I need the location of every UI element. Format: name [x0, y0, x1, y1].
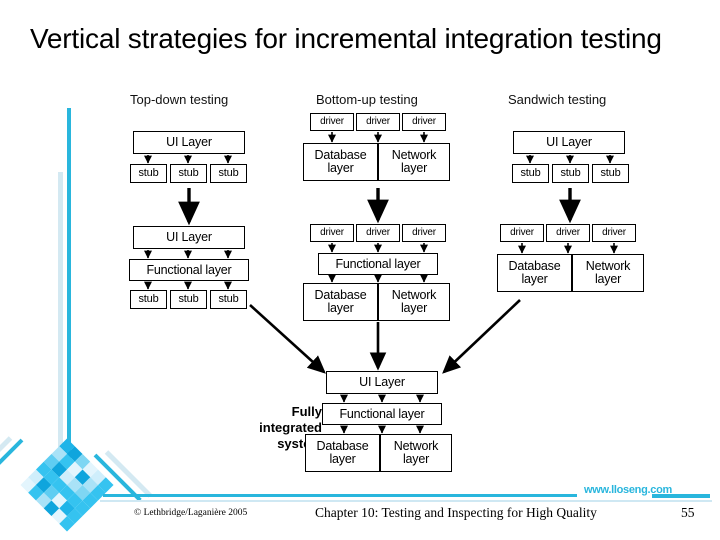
sw-stage2-database-layer: Database layer: [497, 254, 572, 292]
bu-stage1-network-layer: Network layer: [378, 143, 450, 181]
bu-stage2-network-layer: Network layer: [378, 283, 450, 321]
fis-functional-layer: Functional layer: [322, 403, 442, 425]
sw-stage1-stub-2: stub: [552, 164, 589, 183]
sw-stage2-driver-3: driver: [592, 224, 636, 242]
sw-stage2-network-layer: Network layer: [572, 254, 644, 292]
bu-stage1-driver-1: driver: [310, 113, 354, 131]
td-stage2-stub-3: stub: [210, 290, 247, 309]
bu-stage2-driver-2: driver: [356, 224, 400, 242]
integration-testing-diagram: Top-down testing Bottom-up testing Sandw…: [0, 0, 720, 500]
td-stage1-stub-2: stub: [170, 164, 207, 183]
td-stage2-functional-layer: Functional layer: [129, 259, 249, 281]
footer-divider-cyan: [103, 494, 577, 497]
sw-stage1-stub-1: stub: [512, 164, 549, 183]
fis-ui-layer: UI Layer: [326, 371, 438, 394]
sw-stage2-driver-1: driver: [500, 224, 544, 242]
page-number: 55: [681, 505, 695, 520]
copyright-notice: © Lethbridge/Laganière 2005: [134, 508, 248, 518]
bu-stage2-database-layer: Database layer: [303, 283, 378, 321]
bu-stage2-driver-3: driver: [402, 224, 446, 242]
fully-integrated-line-1: Fully: [291, 404, 322, 419]
td-stage2-ui-layer: UI Layer: [133, 226, 245, 249]
bu-stage1-database-layer: Database layer: [303, 143, 378, 181]
td-stage2-stub-2: stub: [170, 290, 207, 309]
website-url[interactable]: www.lloseng.com: [584, 484, 672, 496]
sw-stage2-driver-2: driver: [546, 224, 590, 242]
bu-stage1-driver-3: driver: [402, 113, 446, 131]
td-stage1-stub-1: stub: [130, 164, 167, 183]
column-heading-bottom-up: Bottom-up testing: [316, 92, 418, 107]
fis-database-layer: Database layer: [305, 434, 380, 472]
column-heading-top-down: Top-down testing: [130, 92, 229, 107]
bu-stage1-driver-2: driver: [356, 113, 400, 131]
fis-network-layer: Network layer: [380, 434, 452, 472]
td-stage1-ui-layer: UI Layer: [133, 131, 245, 154]
sw-stage1-ui-layer: UI Layer: [513, 131, 625, 154]
footer-divider-pale: [100, 500, 712, 502]
column-heading-sandwich: Sandwich testing: [508, 92, 607, 107]
chapter-title: Chapter 10: Testing and Inspecting for H…: [315, 505, 597, 520]
diagram-connector-arrows: [144, 132, 618, 434]
sw-stage1-stub-3: stub: [592, 164, 629, 183]
bu-stage2-driver-1: driver: [310, 224, 354, 242]
bu-stage2-functional-layer: Functional layer: [318, 253, 438, 275]
td-stage1-stub-3: stub: [210, 164, 247, 183]
td-stage2-stub-1: stub: [130, 290, 167, 309]
